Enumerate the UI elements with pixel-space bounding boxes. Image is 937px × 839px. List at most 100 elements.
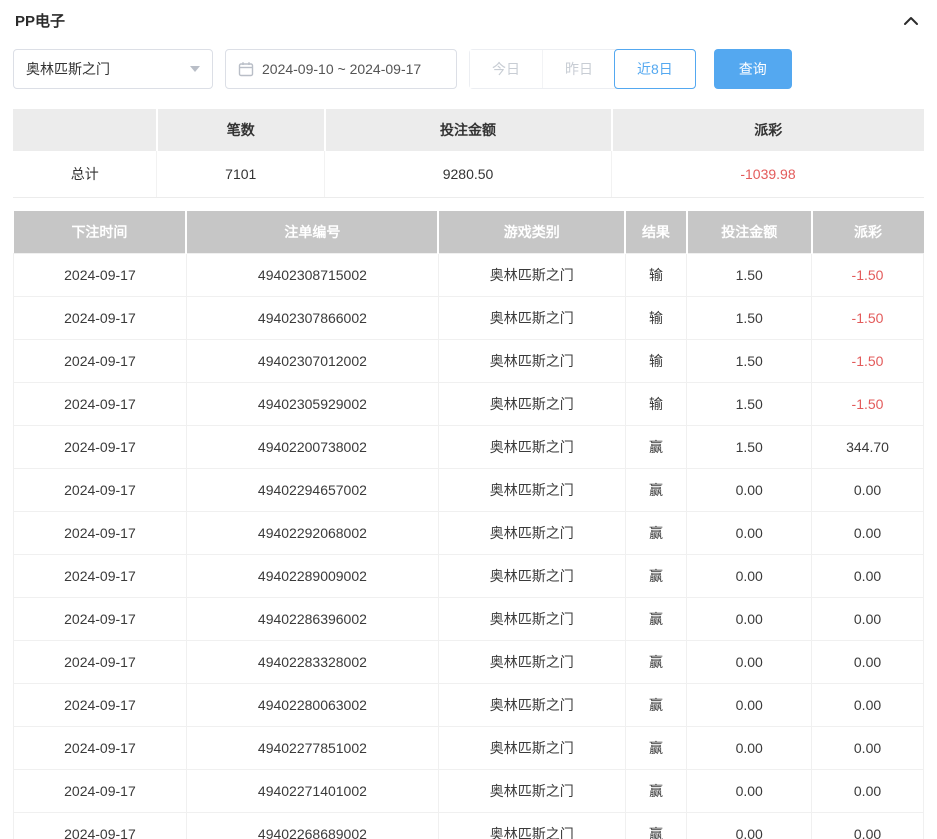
bet-table-body: 2024-09-17 49402308715002 奥林匹斯之门 输 1.50 … — [14, 254, 924, 839]
cell-bet-time: 2024-09-17 — [14, 813, 187, 839]
cell-result: 赢 — [625, 426, 687, 469]
table-row: 2024-09-17 49402307866002 奥林匹斯之门 输 1.50 … — [14, 297, 924, 340]
cell-bet-amount: 1.50 — [687, 426, 812, 469]
summary-total-label: 总计 — [13, 151, 157, 198]
cell-bet-time: 2024-09-17 — [14, 770, 187, 813]
cell-bet-amount: 0.00 — [687, 512, 812, 555]
cell-payout: 0.00 — [812, 770, 924, 813]
cell-order-id: 49402289009002 — [186, 555, 438, 598]
game-select-value: 奥林匹斯之门 — [26, 59, 110, 79]
date-range-input[interactable]: 2024-09-10 ~ 2024-09-17 — [225, 49, 457, 89]
header-payout: 派彩 — [812, 211, 924, 254]
panel-header: PP电子 — [13, 0, 924, 39]
collapse-chevron-up-icon[interactable] — [900, 12, 922, 30]
cell-payout: 0.00 — [812, 641, 924, 684]
last-8-days-button[interactable]: 近8日 — [614, 49, 696, 89]
summary-header-bet-amount: 投注金额 — [325, 109, 612, 151]
summary-payout-value: -1039.98 — [612, 151, 925, 198]
cell-result: 赢 — [625, 641, 687, 684]
cell-payout: 0.00 — [812, 684, 924, 727]
cell-bet-amount: 0.00 — [687, 598, 812, 641]
cell-result: 赢 — [625, 598, 687, 641]
table-row: 2024-09-17 49402305929002 奥林匹斯之门 输 1.50 … — [14, 383, 924, 426]
cell-game-type: 奥林匹斯之门 — [438, 598, 625, 641]
summary-bet-amount-value: 9280.50 — [325, 151, 612, 198]
cell-order-id: 49402200738002 — [186, 426, 438, 469]
table-row: 2024-09-17 49402308715002 奥林匹斯之门 输 1.50 … — [14, 254, 924, 297]
cell-order-id: 49402271401002 — [186, 770, 438, 813]
cell-result: 赢 — [625, 727, 687, 770]
table-row: 2024-09-17 49402277851002 奥林匹斯之门 赢 0.00 … — [14, 727, 924, 770]
cell-payout: 0.00 — [812, 813, 924, 839]
cell-result: 输 — [625, 383, 687, 426]
header-game-type: 游戏类别 — [438, 211, 625, 254]
summary-header-count: 笔数 — [157, 109, 325, 151]
cell-bet-amount: 1.50 — [687, 297, 812, 340]
summary-header-empty — [13, 109, 157, 151]
chevron-down-icon — [190, 66, 200, 72]
query-button[interactable]: 查询 — [714, 49, 792, 89]
cell-bet-time: 2024-09-17 — [14, 512, 187, 555]
header-order-id: 注单编号 — [186, 211, 438, 254]
cell-game-type: 奥林匹斯之门 — [438, 684, 625, 727]
cell-game-type: 奥林匹斯之门 — [438, 469, 625, 512]
table-row: 2024-09-17 49402280063002 奥林匹斯之门 赢 0.00 … — [14, 684, 924, 727]
cell-game-type: 奥林匹斯之门 — [438, 727, 625, 770]
cell-order-id: 49402307012002 — [186, 340, 438, 383]
cell-bet-time: 2024-09-17 — [14, 383, 187, 426]
cell-bet-amount: 0.00 — [687, 469, 812, 512]
table-row: 2024-09-17 49402283328002 奥林匹斯之门 赢 0.00 … — [14, 641, 924, 684]
cell-order-id: 49402283328002 — [186, 641, 438, 684]
cell-game-type: 奥林匹斯之门 — [438, 770, 625, 813]
cell-payout: -1.50 — [812, 254, 924, 297]
cell-bet-amount: 0.00 — [687, 770, 812, 813]
cell-order-id: 49402292068002 — [186, 512, 438, 555]
calendar-icon — [238, 61, 254, 77]
cell-order-id: 49402305929002 — [186, 383, 438, 426]
cell-bet-time: 2024-09-17 — [14, 727, 187, 770]
cell-result: 赢 — [625, 512, 687, 555]
cell-result: 输 — [625, 297, 687, 340]
date-range-value: 2024-09-10 ~ 2024-09-17 — [262, 61, 421, 77]
cell-order-id: 49402307866002 — [186, 297, 438, 340]
filter-bar: 奥林匹斯之门 2024-09-10 ~ 2024-09-17 今日 昨日 近8日… — [13, 49, 924, 89]
cell-payout: -1.50 — [812, 297, 924, 340]
cell-bet-amount: 1.50 — [687, 254, 812, 297]
cell-bet-time: 2024-09-17 — [14, 469, 187, 512]
table-row: 2024-09-17 49402294657002 奥林匹斯之门 赢 0.00 … — [14, 469, 924, 512]
pp-electronic-panel: PP电子 奥林匹斯之门 2024-09-10 ~ 2024-09-17 今日 昨… — [0, 0, 937, 839]
cell-bet-time: 2024-09-17 — [14, 598, 187, 641]
cell-order-id: 49402280063002 — [186, 684, 438, 727]
header-result: 结果 — [625, 211, 687, 254]
cell-bet-amount: 0.00 — [687, 641, 812, 684]
cell-result: 赢 — [625, 469, 687, 512]
summary-header-payout: 派彩 — [612, 109, 925, 151]
cell-order-id: 49402268689002 — [186, 813, 438, 839]
cell-game-type: 奥林匹斯之门 — [438, 512, 625, 555]
table-row: 2024-09-17 49402200738002 奥林匹斯之门 赢 1.50 … — [14, 426, 924, 469]
date-shortcut-group: 今日 昨日 近8日 — [469, 49, 696, 89]
cell-result: 赢 — [625, 684, 687, 727]
header-bet-time: 下注时间 — [14, 211, 187, 254]
cell-payout: 0.00 — [812, 598, 924, 641]
table-row: 2024-09-17 49402289009002 奥林匹斯之门 赢 0.00 … — [14, 555, 924, 598]
cell-bet-time: 2024-09-17 — [14, 426, 187, 469]
cell-bet-time: 2024-09-17 — [14, 684, 187, 727]
table-row: 2024-09-17 49402286396002 奥林匹斯之门 赢 0.00 … — [14, 598, 924, 641]
cell-game-type: 奥林匹斯之门 — [438, 254, 625, 297]
page-title: PP电子 — [15, 10, 65, 31]
cell-game-type: 奥林匹斯之门 — [438, 340, 625, 383]
cell-payout: 0.00 — [812, 555, 924, 598]
cell-bet-time: 2024-09-17 — [14, 555, 187, 598]
today-button[interactable]: 今日 — [470, 50, 542, 88]
summary-count-value: 7101 — [157, 151, 325, 198]
cell-game-type: 奥林匹斯之门 — [438, 813, 625, 839]
table-row: 2024-09-17 49402292068002 奥林匹斯之门 赢 0.00 … — [14, 512, 924, 555]
yesterday-button[interactable]: 昨日 — [542, 50, 615, 88]
bet-table-header-row: 下注时间 注单编号 游戏类别 结果 投注金额 派彩 — [14, 211, 924, 254]
summary-header-row: 笔数 投注金额 派彩 — [13, 109, 924, 151]
game-select[interactable]: 奥林匹斯之门 — [13, 49, 213, 89]
cell-bet-amount: 0.00 — [687, 555, 812, 598]
cell-result: 赢 — [625, 770, 687, 813]
cell-bet-amount: 0.00 — [687, 684, 812, 727]
